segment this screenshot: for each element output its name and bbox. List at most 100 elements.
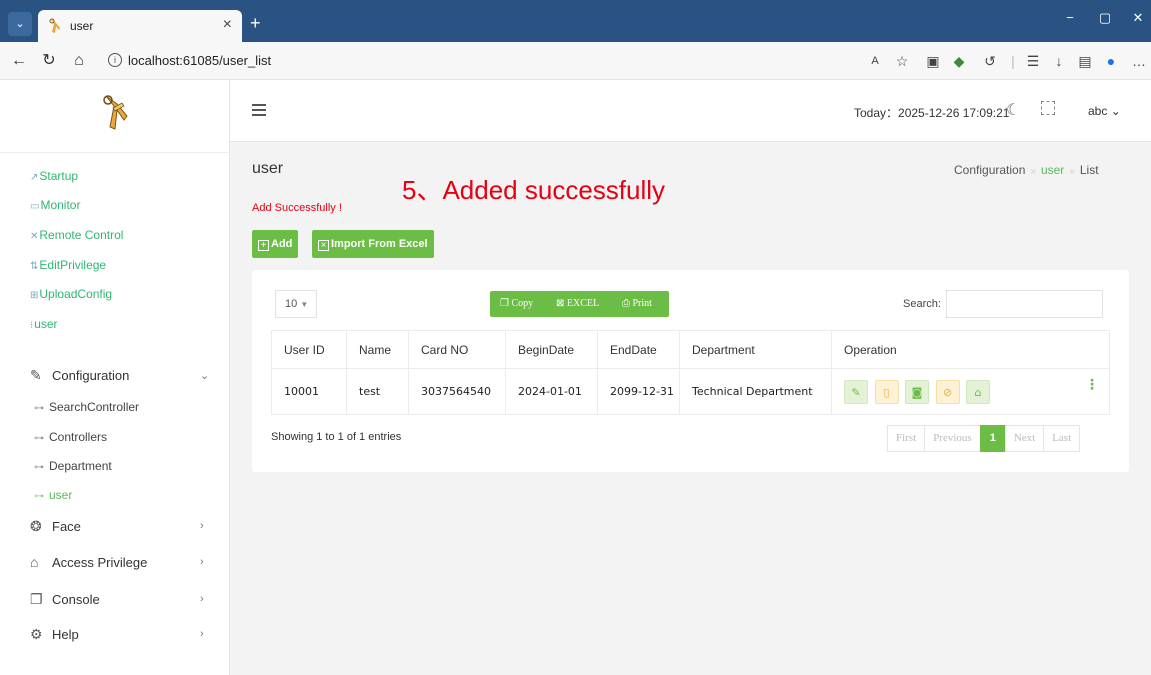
column-header-begin-date[interactable]: BeginDate xyxy=(505,330,598,369)
favorite-star-icon[interactable]: ☆ xyxy=(893,53,911,69)
add-button[interactable]: + Add xyxy=(252,230,299,258)
search-input[interactable] xyxy=(946,290,1103,318)
sidebar-group-label: Configuration xyxy=(52,368,130,383)
screenshot-icon[interactable]: ▤ xyxy=(1076,53,1094,69)
printer-icon: ⎙ xyxy=(622,298,630,309)
sidebar-subitem-user[interactable]: ⊶ user xyxy=(34,488,72,502)
sidebar-subitem-controllers[interactable]: ⊶ Controllers xyxy=(34,430,107,444)
chevron-right-icon[interactable]: › xyxy=(200,628,204,640)
sidebar-item-user[interactable]: ⁝user xyxy=(30,317,58,331)
tab-title: user xyxy=(70,19,94,33)
downloads-icon[interactable]: ↓ xyxy=(1050,53,1068,69)
unlock-button[interactable]: ⌂ xyxy=(966,379,990,404)
new-tab-button[interactable]: + xyxy=(250,14,261,32)
disable-button[interactable]: ⊘ xyxy=(935,379,960,404)
sidebar-item-label: EditPrivilege xyxy=(39,258,107,272)
page-length-select[interactable]: 10 ▼ xyxy=(275,290,317,318)
table-row: 10001 test 3037564540 2024-01-01 2099-12… xyxy=(271,368,1110,415)
chevron-down-icon[interactable]: ⌄ xyxy=(200,369,209,382)
site-info-icon[interactable]: i xyxy=(108,53,122,67)
pagination-last[interactable]: Last xyxy=(1043,425,1081,452)
sidebar-group-label: Access Privilege xyxy=(52,555,148,570)
home-icon[interactable]: ⌂ xyxy=(68,52,90,70)
delete-button[interactable]: ▯ xyxy=(874,379,899,404)
sidebar-group-configuration[interactable]: ✎ Configuration xyxy=(30,367,129,384)
import-excel-button[interactable]: × Import From Excel xyxy=(312,230,434,258)
sidebar-group-help[interactable]: ⚙ Help xyxy=(30,626,79,643)
profile-icon[interactable]: ● xyxy=(1102,53,1120,69)
read-aloud-icon[interactable]: A xyxy=(866,53,884,69)
home-icon: ⌂ xyxy=(30,554,39,570)
breadcrumb-user[interactable]: user xyxy=(1041,163,1064,177)
sidebar-item-startup[interactable]: ↗Startup xyxy=(30,169,78,183)
url-text[interactable]: localhost:61085/user_list xyxy=(128,53,271,68)
sidebar-group-access-privilege[interactable]: ⌂ Access Privilege xyxy=(30,554,147,570)
excel-button[interactable]: ⊠ EXCEL xyxy=(556,291,599,317)
caret-down-icon: ▼ xyxy=(300,300,309,309)
chevron-right-icon[interactable]: › xyxy=(200,520,204,532)
column-header-department[interactable]: Department xyxy=(679,330,832,369)
favorites-bar-icon[interactable]: ☰ xyxy=(1024,53,1042,69)
pagination-previous[interactable]: Previous xyxy=(924,425,981,452)
pagination-page-1[interactable]: 1 xyxy=(979,425,1006,452)
extension-icon[interactable]: ▣ xyxy=(924,53,942,69)
chevron-right-icon[interactable]: › xyxy=(200,593,204,605)
tab-close-icon[interactable]: × xyxy=(223,16,232,34)
sidebar-subitem-department[interactable]: ⊶ Department xyxy=(34,459,112,473)
breadcrumb-separator: » xyxy=(1030,166,1036,177)
url-field[interactable]: i localhost:61085/user_list xyxy=(100,48,880,74)
more-options-icon[interactable]: … xyxy=(1130,53,1148,69)
app-logo xyxy=(103,95,128,130)
sidebar-item-editprivilege[interactable]: ⇅EditPrivilege xyxy=(30,258,106,272)
column-header-name[interactable]: Name xyxy=(346,330,409,369)
photo-button[interactable]: ◙ xyxy=(905,379,929,404)
monitor-icon: ▭ xyxy=(30,201,40,212)
column-header-card-no[interactable]: Card NO xyxy=(408,330,506,369)
column-header-end-date[interactable]: EndDate xyxy=(597,330,680,369)
more-actions-icon[interactable]: ⋮ xyxy=(1085,377,1099,393)
column-header-user-id[interactable]: User ID xyxy=(271,330,347,369)
back-icon[interactable]: ← xyxy=(8,52,30,70)
cell-begin-date: 2024-01-01 xyxy=(505,368,598,415)
address-bar: ← ↻ ⌂ i localhost:61085/user_list A ☆ ▣ … xyxy=(0,42,1151,80)
copy-button[interactable]: ❐ Copy xyxy=(500,291,533,317)
sidebar-divider xyxy=(0,152,230,153)
shield-off-icon: ⊘ xyxy=(942,385,953,399)
fullscreen-icon[interactable] xyxy=(1041,101,1055,115)
sidebar-item-monitor[interactable]: ▭Monitor xyxy=(30,198,80,212)
extension-leaf-icon[interactable]: ◆ xyxy=(950,53,968,69)
sidebar-group-console[interactable]: ❐ Console xyxy=(30,591,100,608)
tab-actions-button[interactable]: ⌄ xyxy=(8,12,32,36)
page-length-value: 10 xyxy=(285,298,298,310)
plus-square-icon: + xyxy=(258,240,269,251)
close-window-button[interactable]: ✕ xyxy=(1123,10,1151,26)
cell-user-id: 10001 xyxy=(271,368,347,415)
sidebar-item-uploadconfig[interactable]: ⊞UploadConfig xyxy=(30,287,112,301)
user-menu[interactable]: abc ⌄ xyxy=(1088,104,1121,118)
bullet-icon: ⊶ xyxy=(34,462,44,473)
cell-department: Technical Department xyxy=(679,368,832,415)
chevron-right-icon[interactable]: › xyxy=(200,556,204,568)
copilot-icon[interactable]: ↺ xyxy=(981,53,999,69)
sidebar-group-face[interactable]: ❂ Face xyxy=(30,518,81,535)
sidebar-item-label: Remote Control xyxy=(39,228,124,242)
print-button[interactable]: ⎙ Print xyxy=(622,291,652,317)
breadcrumb: Configuration » user » List xyxy=(954,163,1099,177)
pagination-first[interactable]: First xyxy=(887,425,926,452)
today-datetime: Today：2025-12-26 17:09:21 xyxy=(854,106,1010,120)
dark-mode-icon[interactable]: ☾ xyxy=(1006,100,1020,120)
minimize-button[interactable]: − xyxy=(1055,10,1085,25)
edit-button[interactable]: ✎ xyxy=(844,379,868,404)
camera-icon: ◙ xyxy=(911,385,923,399)
sidebar-subitem-searchcontroller[interactable]: ⊶ SearchController xyxy=(34,400,139,414)
excel-file-icon: × xyxy=(318,240,329,251)
browser-tab[interactable]: user × xyxy=(38,10,242,42)
sidebar-item-label: user xyxy=(34,317,58,331)
sidebar-item-remote-control[interactable]: ✕Remote Control xyxy=(30,228,123,242)
pagination-next[interactable]: Next xyxy=(1004,425,1045,452)
maximize-button[interactable]: ▢ xyxy=(1090,10,1120,26)
menu-toggle-icon[interactable] xyxy=(252,104,266,116)
top-header: Today：2025-12-26 17:09:21 ☾ abc ⌄ xyxy=(230,80,1151,142)
refresh-icon[interactable]: ↻ xyxy=(38,52,60,70)
breadcrumb-configuration[interactable]: Configuration xyxy=(954,163,1025,177)
